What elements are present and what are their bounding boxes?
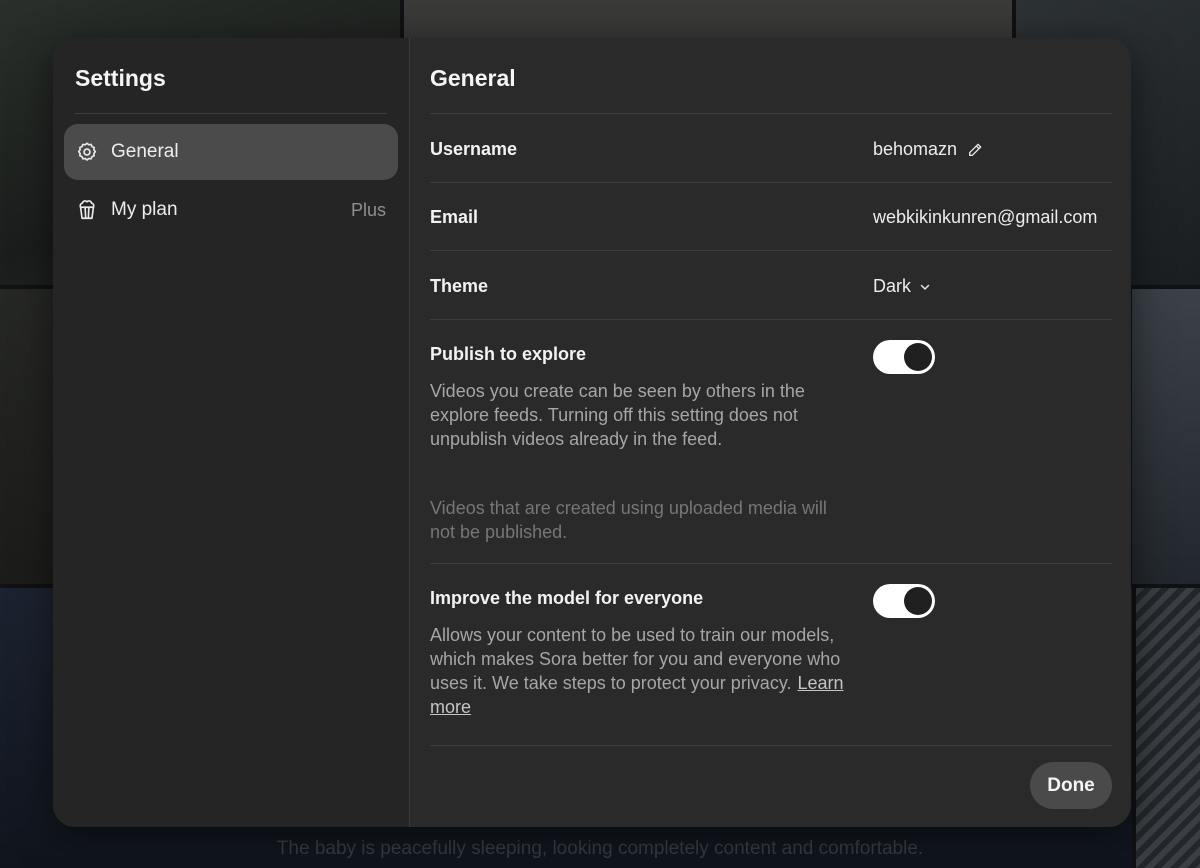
done-button[interactable]: Done xyxy=(1030,762,1112,809)
chevron-down-icon xyxy=(919,281,931,293)
background-image xyxy=(1136,588,1200,868)
background-image xyxy=(1132,289,1200,584)
divider xyxy=(430,745,1112,746)
toggle-knob xyxy=(904,343,932,371)
publish-note: Videos that are created using uploaded m… xyxy=(430,498,827,542)
popcorn-icon xyxy=(76,199,98,221)
improve-description: Allows your content to be used to train … xyxy=(430,625,841,693)
email-label: Email xyxy=(430,207,479,227)
divider xyxy=(430,182,1112,183)
divider xyxy=(75,113,387,114)
page-title: General xyxy=(430,65,516,91)
toggle-knob xyxy=(904,587,932,615)
username-text: behomazn xyxy=(873,139,958,159)
username-label: Username xyxy=(430,139,518,159)
plan-badge: Plus xyxy=(350,199,386,220)
divider xyxy=(430,319,1112,320)
theme-value: Dark xyxy=(873,276,912,296)
gear-icon xyxy=(76,141,98,163)
sidebar-item-my-plan[interactable]: My plan Plus xyxy=(64,182,398,238)
settings-dialog: Settings General My plan Plus General Us… xyxy=(53,38,1131,827)
improve-toggle[interactable] xyxy=(873,584,935,618)
sidebar-item-label: General xyxy=(111,141,179,162)
publish-toggle[interactable] xyxy=(873,340,935,374)
email-value: webkikinkunren@gmail.com xyxy=(873,207,1098,227)
improve-description-block: Allows your content to be used to train … xyxy=(430,623,850,719)
improve-label: Improve the model for everyone xyxy=(430,588,704,608)
divider xyxy=(430,250,1112,251)
pencil-icon[interactable] xyxy=(967,142,983,158)
sidebar-item-label: My plan xyxy=(111,199,178,220)
settings-panel: General Username behomazn Email webkikin… xyxy=(411,38,1131,827)
publish-description: Videos you create can be seen by others … xyxy=(430,381,805,449)
username-value: behomazn xyxy=(873,139,983,160)
divider xyxy=(430,113,1112,114)
settings-sidebar: Settings General My plan Plus xyxy=(53,38,410,827)
sidebar-title: Settings xyxy=(75,65,166,91)
theme-label: Theme xyxy=(430,276,489,296)
theme-dropdown[interactable]: Dark xyxy=(873,276,931,297)
sidebar-item-general[interactable]: General xyxy=(64,124,398,180)
publish-label: Publish to explore xyxy=(430,344,587,364)
divider xyxy=(430,563,1112,564)
background-caption: The baby is peacefully sleeping, looking… xyxy=(276,838,924,859)
